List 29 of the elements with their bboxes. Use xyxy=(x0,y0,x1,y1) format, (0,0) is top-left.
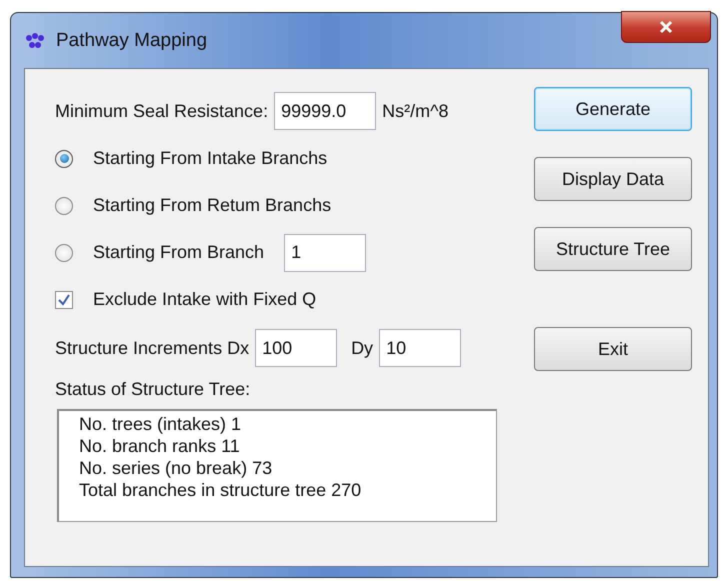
radio-label: Starting From Branch xyxy=(93,242,264,263)
close-icon xyxy=(658,20,674,34)
field-label: Dy xyxy=(351,338,374,358)
status-line: No. trees (intakes) 1 xyxy=(79,413,242,435)
checkbox[interactable] xyxy=(55,290,73,308)
status-label: Status of Structure Tree: xyxy=(55,379,252,401)
radio-button[interactable] xyxy=(55,150,73,168)
close-button[interactable] xyxy=(621,11,711,43)
radio-button[interactable] xyxy=(55,244,73,262)
status-line: No. branch ranks 11 xyxy=(79,435,241,457)
status-line: No. series (no break) 73 xyxy=(79,457,274,479)
dy-field[interactable]: 10 xyxy=(379,329,462,367)
radio-label: Starting From Intake Branchs xyxy=(93,148,328,169)
action-button[interactable]: Display Data xyxy=(534,157,692,201)
field-label: Minimum Seal Resistance: xyxy=(55,100,268,122)
window-title: Pathway Mapping xyxy=(56,30,208,52)
unit-label: Ns²/m^8 xyxy=(382,100,449,122)
action-button[interactable]: Exit xyxy=(534,327,692,371)
action-button[interactable]: Generate xyxy=(534,87,692,131)
checkbox-label: Exclude Intake with Fixed Q xyxy=(93,289,316,310)
dx-field[interactable]: 100 xyxy=(255,329,338,367)
status-line: Total branches in structure tree 270 xyxy=(79,479,362,501)
app-icon xyxy=(24,32,46,50)
action-button[interactable]: Structure Tree xyxy=(534,227,692,271)
branch-field[interactable]: 1 xyxy=(284,234,366,272)
radio-button[interactable] xyxy=(55,196,73,214)
seal-resistance-field[interactable]: 99999.0 xyxy=(274,92,376,130)
radio-label: Starting From Retum Branchs xyxy=(93,195,332,216)
field-label: Structure Increments Dx xyxy=(55,338,250,358)
